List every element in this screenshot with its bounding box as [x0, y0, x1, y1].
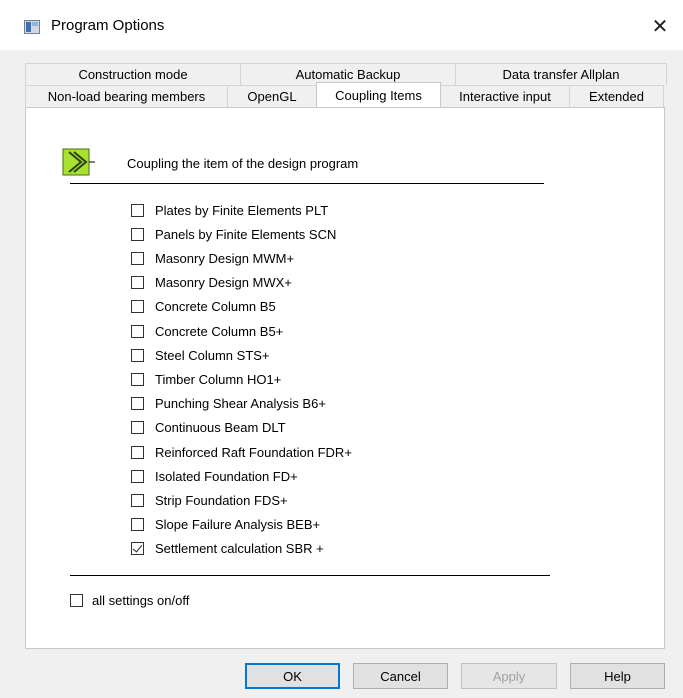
checkbox-item-fdr[interactable]: Reinforced Raft Foundation FDR+	[131, 442, 352, 462]
checkbox-item-beb[interactable]: Slope Failure Analysis BEB+	[131, 514, 320, 534]
tab-interactive-input[interactable]: Interactive input	[440, 85, 570, 107]
tab-non-load-bearing-members[interactable]: Non-load bearing members	[25, 85, 228, 107]
tab-data-transfer-allplan[interactable]: Data transfer Allplan	[455, 63, 667, 85]
tab-label: Extended	[589, 89, 644, 104]
tab-content-panel: Coupling the item of the design program …	[25, 107, 665, 649]
tab-label: Coupling Items	[335, 87, 422, 103]
tab-label: Construction mode	[78, 67, 188, 82]
checkbox[interactable]	[131, 299, 144, 313]
checkbox-item-sbr[interactable]: Settlement calculation SBR +	[131, 538, 324, 558]
checkbox-label: Plates by Finite Elements PLT	[155, 202, 329, 218]
title-bar: Program Options ✕	[0, 0, 683, 50]
checkbox-label: Masonry Design MWM+	[155, 250, 295, 266]
tab-opengl[interactable]: OpenGL	[227, 85, 317, 107]
tab-label: OpenGL	[247, 89, 297, 104]
checkbox-label: Continuous Beam DLT	[155, 419, 286, 435]
tab-label: Interactive input	[459, 89, 551, 104]
close-button[interactable]: ✕	[637, 4, 683, 48]
ok-button[interactable]: OK	[245, 663, 340, 689]
checkbox-checked[interactable]	[131, 541, 144, 555]
tab-label: Automatic Backup	[295, 67, 401, 82]
checkbox-item-fds[interactable]: Strip Foundation FDS+	[131, 490, 288, 510]
checkbox-label: Slope Failure Analysis BEB+	[155, 516, 321, 532]
checkbox-label: Concrete Column B5	[155, 298, 276, 314]
apply-button-label: Apply	[492, 668, 526, 684]
checkbox-label: Strip Foundation FDS+	[155, 492, 288, 508]
checkbox-label: Timber Column HO1+	[155, 371, 282, 387]
checkbox[interactable]	[131, 493, 144, 507]
cancel-button[interactable]: Cancel	[353, 663, 448, 689]
checkbox[interactable]	[131, 227, 144, 241]
checkbox[interactable]	[131, 396, 144, 410]
checkbox-label: Isolated Foundation FD+	[155, 468, 298, 484]
tab-construction-mode[interactable]: Construction mode	[25, 63, 241, 85]
apply-button[interactable]: Apply	[461, 663, 557, 689]
checkbox[interactable]	[70, 593, 83, 607]
header-divider	[70, 183, 544, 184]
all-settings-toggle[interactable]: all settings on/off	[70, 590, 189, 610]
window-title: Program Options	[51, 17, 165, 34]
checkbox-item-fd[interactable]: Isolated Foundation FD+	[131, 466, 298, 486]
checkbox-item-sts[interactable]: Steel Column STS+	[131, 345, 270, 365]
coupling-header: Coupling the item of the design program	[127, 156, 359, 171]
checkbox-label: Punching Shear Analysis B6+	[155, 395, 326, 411]
checkbox[interactable]	[131, 420, 144, 434]
cancel-button-label: Cancel	[380, 668, 421, 684]
tab-label: Data transfer Allplan	[502, 67, 620, 82]
checkbox-label: Masonry Design MWX+	[155, 274, 292, 290]
checkbox-item-dlt[interactable]: Continuous Beam DLT	[131, 417, 286, 437]
checkbox[interactable]	[131, 348, 144, 362]
help-button-label: Help	[604, 668, 631, 684]
checkbox-item-plt[interactable]: Plates by Finite Elements PLT	[131, 200, 328, 220]
close-icon: ✕	[651, 15, 669, 38]
checkbox[interactable]	[131, 517, 144, 531]
checkbox-item-mwx[interactable]: Masonry Design MWX+	[131, 272, 292, 292]
checkbox-label: Panels by Finite Elements SCN	[155, 226, 337, 242]
checkbox[interactable]	[131, 203, 144, 217]
all-settings-label: all settings on/off	[92, 592, 190, 608]
checkbox-item-mwm[interactable]: Masonry Design MWM+	[131, 248, 294, 268]
checkbox[interactable]	[131, 275, 144, 289]
checkbox-label: Steel Column STS+	[155, 347, 270, 363]
checkbox-label: Settlement calculation SBR +	[155, 540, 324, 556]
app-icon	[24, 20, 40, 34]
help-button[interactable]: Help	[570, 663, 665, 689]
checkbox-item-b5-plus[interactable]: Concrete Column B5+	[131, 321, 283, 341]
checkbox-item-b5[interactable]: Concrete Column B5	[131, 296, 276, 316]
checkbox-item-b6[interactable]: Punching Shear Analysis B6+	[131, 393, 326, 413]
tab-extended[interactable]: Extended	[569, 85, 664, 107]
checkbox[interactable]	[131, 251, 144, 265]
checkbox[interactable]	[131, 445, 144, 459]
coupling-arrow-icon	[62, 148, 95, 176]
checkbox-label: Reinforced Raft Foundation FDR+	[155, 444, 352, 460]
tab-coupling-items[interactable]: Coupling Items	[316, 82, 441, 107]
tab-row-front: Non-load bearing members OpenGL Coupling…	[25, 82, 664, 107]
checkbox-item-ho1[interactable]: Timber Column HO1+	[131, 369, 281, 389]
checkbox[interactable]	[131, 324, 144, 338]
checkbox[interactable]	[131, 372, 144, 386]
tab-label: Non-load bearing members	[47, 89, 206, 104]
checkbox[interactable]	[131, 469, 144, 483]
list-divider	[70, 575, 550, 576]
checkbox-label: Concrete Column B5+	[155, 323, 284, 339]
checkbox-item-scn[interactable]: Panels by Finite Elements SCN	[131, 224, 336, 244]
ok-button-label: OK	[283, 668, 302, 684]
